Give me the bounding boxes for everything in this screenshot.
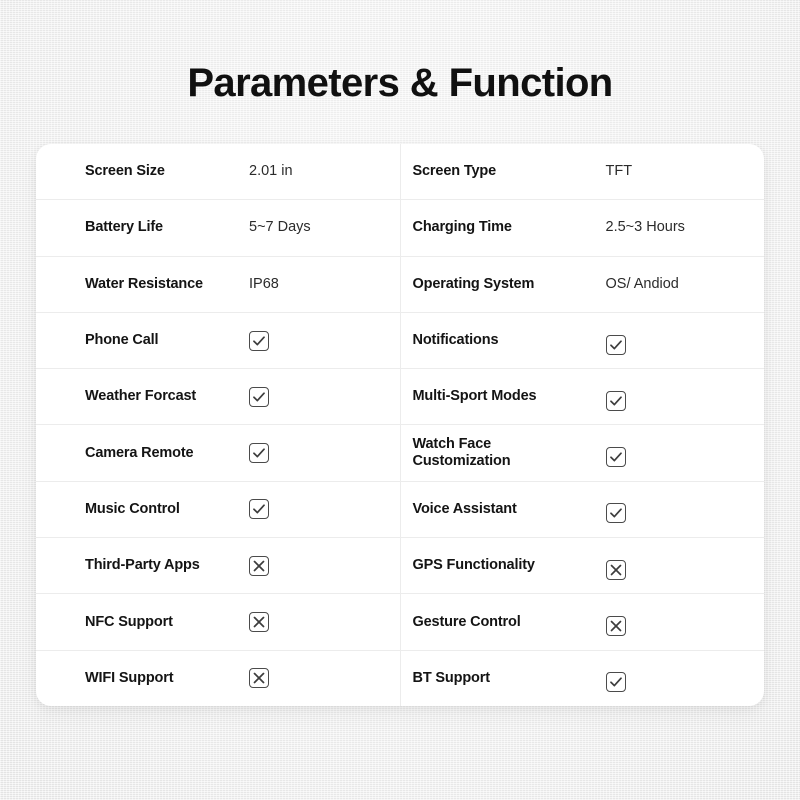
spec-cell-right: Notifications xyxy=(399,312,765,369)
spec-cell-right: Voice Assistant xyxy=(399,481,765,538)
table-row: WIFI Support BT Support xyxy=(36,650,765,706)
spec-label: Screen Size xyxy=(85,163,165,180)
spec-label: BT Support xyxy=(412,669,491,686)
spec-value-checkbox[interactable] xyxy=(249,330,269,351)
table-row: Third-Party Apps GPS Functionality xyxy=(36,538,765,595)
spec-label: Screen Type xyxy=(412,163,497,180)
spec-cell-left: Water Resistance IP68 xyxy=(36,257,400,312)
spec-value-checkbox[interactable] xyxy=(249,443,269,464)
spec-value-checkbox[interactable] xyxy=(605,443,626,468)
spec-cell-right: BT Support xyxy=(399,650,765,706)
checkbox-crossed-icon[interactable] xyxy=(605,559,626,580)
spec-cell-left: Screen Size 2.01 in xyxy=(36,144,400,199)
spec-value-checkbox[interactable] xyxy=(605,331,626,355)
checkbox-checked-icon[interactable] xyxy=(249,330,269,351)
spec-value-text: 2.01 in xyxy=(249,163,293,180)
spec-cell-left: Third-Party Apps xyxy=(36,538,400,593)
spec-cell-left: WIFI Support xyxy=(36,651,400,706)
checkbox-crossed-icon[interactable] xyxy=(249,555,269,576)
spec-value-checkbox[interactable] xyxy=(249,668,269,689)
spec-value-checkbox[interactable] xyxy=(605,556,626,580)
checkbox-checked-icon[interactable] xyxy=(605,447,626,468)
spec-label: WIFI Support xyxy=(85,669,174,686)
spec-label: Weather Forcast xyxy=(85,388,197,405)
checkbox-checked-icon[interactable] xyxy=(249,386,269,407)
checkbox-checked-icon[interactable] xyxy=(605,503,626,524)
table-row: Weather Forcast Multi-Sport Modes xyxy=(36,369,765,426)
spec-label: GPS Functionality xyxy=(412,557,535,574)
spec-value-checkbox[interactable] xyxy=(249,386,269,407)
spec-label: Battery Life xyxy=(85,219,163,236)
spec-label: Notifications xyxy=(412,332,499,349)
spec-value-text: OS/ Andiod xyxy=(605,275,679,292)
spec-cell-left: Weather Forcast xyxy=(36,369,400,424)
spec-value-text: IP68 xyxy=(249,275,279,292)
checkbox-crossed-icon[interactable] xyxy=(249,668,269,689)
spec-cell-left: Music Control xyxy=(36,482,400,537)
spec-cell-left: Battery Life 5~7 Days xyxy=(36,200,400,255)
checkbox-checked-icon[interactable] xyxy=(249,499,269,520)
spec-cell-right: Charging Time 2.5~3 Hours xyxy=(399,200,765,256)
spec-label: Watch Face Customization xyxy=(412,436,511,470)
spec-value-text: 2.5~3 Hours xyxy=(605,219,685,236)
spec-value-checkbox[interactable] xyxy=(249,612,269,633)
spec-cell-left: NFC Support xyxy=(36,594,400,649)
spec-label: Gesture Control xyxy=(412,613,521,630)
spec-value-checkbox[interactable] xyxy=(605,499,626,524)
table-row: Camera Remote Watch Face Customization xyxy=(36,425,765,482)
spec-label: Water Resistance xyxy=(85,275,203,292)
table-row: Screen Size 2.01 in Screen Type TFT xyxy=(36,144,765,201)
spec-cell-left: Camera Remote xyxy=(36,425,400,480)
spec-label: Voice Assistant xyxy=(412,500,517,517)
spec-cell-left: Phone Call xyxy=(36,313,400,368)
checkbox-checked-icon[interactable] xyxy=(605,672,626,693)
checkbox-checked-icon[interactable] xyxy=(605,334,626,355)
spec-value-checkbox[interactable] xyxy=(249,499,269,520)
spec-cell-right: Multi-Sport Modes xyxy=(399,369,765,425)
spec-value-checkbox[interactable] xyxy=(605,612,626,637)
table-row: Battery Life 5~7 Days Charging Time 2.5~3 H… xyxy=(36,200,765,257)
spec-value-checkbox[interactable] xyxy=(605,387,626,411)
spec-value-text: 5~7 Days xyxy=(249,219,311,236)
spec-value-checkbox[interactable] xyxy=(249,555,269,576)
spec-cell-right: Gesture Control xyxy=(399,594,765,650)
spec-cell-right: Screen Type TFT xyxy=(399,144,765,200)
spec-label: Camera Remote xyxy=(85,444,194,461)
checkbox-crossed-icon[interactable] xyxy=(249,612,269,633)
spec-label: Phone Call xyxy=(85,332,159,349)
spec-sheet-page: Parameters & Function Screen Size 2.01 in… xyxy=(0,0,800,800)
table-row: Water Resistance IP68 Operating System OS/ … xyxy=(36,256,765,313)
spec-value-text: TFT xyxy=(605,163,633,180)
spec-cell-right: Operating System OS/ Andiod xyxy=(399,256,765,312)
spec-label: Music Control xyxy=(85,500,180,517)
spec-label: Multi-Sport Modes xyxy=(412,388,537,405)
table-row: NFC Support Gesture Control xyxy=(36,594,765,651)
specification-table: Screen Size 2.01 in Screen Type TFT Battery … xyxy=(36,144,764,706)
spec-label: NFC Support xyxy=(85,613,173,630)
spec-label: Charging Time xyxy=(412,219,512,236)
checkbox-checked-icon[interactable] xyxy=(605,390,626,411)
page-title: Parameters & Function xyxy=(187,61,613,105)
spec-value-checkbox[interactable] xyxy=(605,668,626,693)
spec-cell-right: Watch Face Customization xyxy=(399,425,765,481)
checkbox-crossed-icon[interactable] xyxy=(605,616,626,637)
checkbox-checked-icon[interactable] xyxy=(249,443,269,464)
spec-cell-right: GPS Functionality xyxy=(399,538,765,594)
table-row: Phone Call Notifications xyxy=(36,312,765,370)
spec-label: Operating System xyxy=(412,275,535,292)
table-row: Music Control Voice Assistant xyxy=(36,481,765,539)
spec-label: Third-Party Apps xyxy=(85,557,200,574)
